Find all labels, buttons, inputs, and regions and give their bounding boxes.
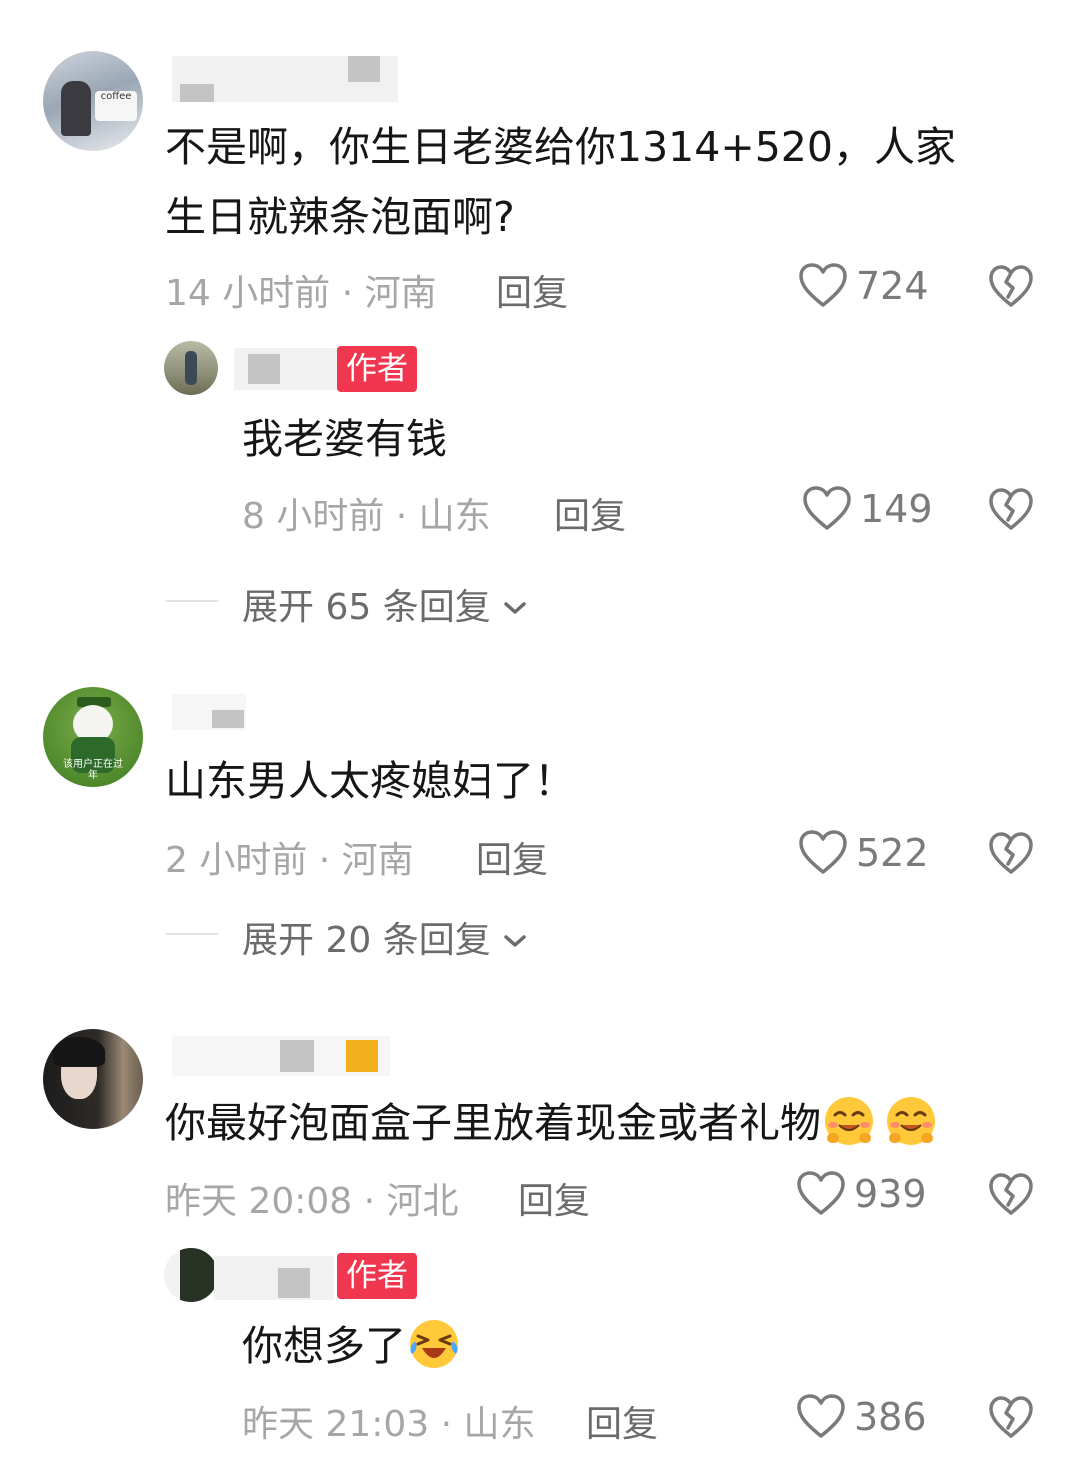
- chevron-down-icon: [504, 602, 526, 614]
- comment-text: 不是啊，你生日老婆给你1314+520，人家: [165, 123, 956, 171]
- author-name-masked[interactable]: [214, 1256, 334, 1300]
- author-badge: 作者: [337, 1253, 417, 1299]
- dislike-icon[interactable]: [988, 1173, 1034, 1217]
- reply-button[interactable]: 回复: [476, 831, 548, 883]
- reply-text: 你想多了: [242, 1311, 462, 1381]
- blush-emoji-icon: [887, 1097, 935, 1145]
- like-count: 149: [860, 487, 933, 531]
- like-count: 939: [854, 1172, 927, 1216]
- reply-text-content: 你想多了: [242, 1322, 406, 1370]
- expand-replies-button[interactable]: 展开 65 条回复: [242, 578, 528, 630]
- heart-icon[interactable]: [802, 486, 852, 532]
- divider-line: [166, 933, 218, 935]
- heart-icon[interactable]: [796, 1171, 846, 1217]
- heart-icon[interactable]: [798, 830, 848, 876]
- author-badge: 作者: [337, 346, 417, 392]
- dislike-icon[interactable]: [988, 488, 1034, 532]
- avatar-label: 该用户正在过年: [63, 759, 123, 781]
- time-location: 14 小时前 · 河南: [165, 273, 437, 314]
- dislike-icon[interactable]: [988, 832, 1034, 876]
- like-count: 386: [854, 1395, 927, 1439]
- time-location: 8 小时前 · 山东: [242, 496, 491, 537]
- reply-text: 我老婆有钱: [242, 415, 447, 463]
- like-count: 522: [856, 831, 929, 875]
- avatar-label: coffee: [95, 91, 137, 121]
- avatar[interactable]: [43, 1029, 143, 1129]
- reply-button[interactable]: 回复: [496, 264, 568, 316]
- time-location: 2 小时前 · 河南: [165, 840, 414, 881]
- laugh-cry-emoji-icon: [410, 1320, 458, 1368]
- reply-button[interactable]: 回复: [586, 1395, 658, 1447]
- divider-line: [166, 600, 218, 602]
- time-location: 昨天 21:03 · 山东: [242, 1404, 536, 1445]
- comment-text-line2: 生日就辣条泡面啊?: [165, 193, 515, 241]
- expand-label: 展开 20 条回复: [242, 920, 491, 961]
- comment-text-content: 你最好泡面盒子里放着现金或者礼物: [165, 1099, 821, 1147]
- dislike-icon[interactable]: [988, 1396, 1034, 1440]
- username-masked[interactable]: [172, 1036, 390, 1076]
- username-masked[interactable]: [172, 694, 246, 730]
- time-location: 昨天 20:08 · 河北: [165, 1181, 459, 1222]
- reply-button[interactable]: 回复: [518, 1172, 590, 1224]
- blush-emoji-icon: [825, 1097, 873, 1145]
- author-avatar[interactable]: [164, 1248, 218, 1302]
- comment-text: 你最好泡面盒子里放着现金或者礼物: [165, 1088, 941, 1158]
- heart-icon[interactable]: [798, 263, 848, 309]
- author-name-masked[interactable]: [234, 348, 342, 390]
- chevron-down-icon: [504, 935, 526, 947]
- author-avatar[interactable]: [164, 341, 218, 395]
- heart-icon[interactable]: [796, 1394, 846, 1440]
- username-masked[interactable]: [172, 56, 398, 102]
- like-count: 724: [856, 264, 929, 308]
- avatar[interactable]: 该用户正在过年: [43, 687, 143, 787]
- avatar[interactable]: coffee: [43, 51, 143, 151]
- dislike-icon[interactable]: [988, 265, 1034, 309]
- expand-replies-button[interactable]: 展开 20 条回复: [242, 911, 528, 963]
- comment-text: 山东男人太疼媳妇了！: [165, 757, 575, 805]
- expand-label: 展开 65 条回复: [242, 587, 491, 628]
- reply-button[interactable]: 回复: [554, 487, 626, 539]
